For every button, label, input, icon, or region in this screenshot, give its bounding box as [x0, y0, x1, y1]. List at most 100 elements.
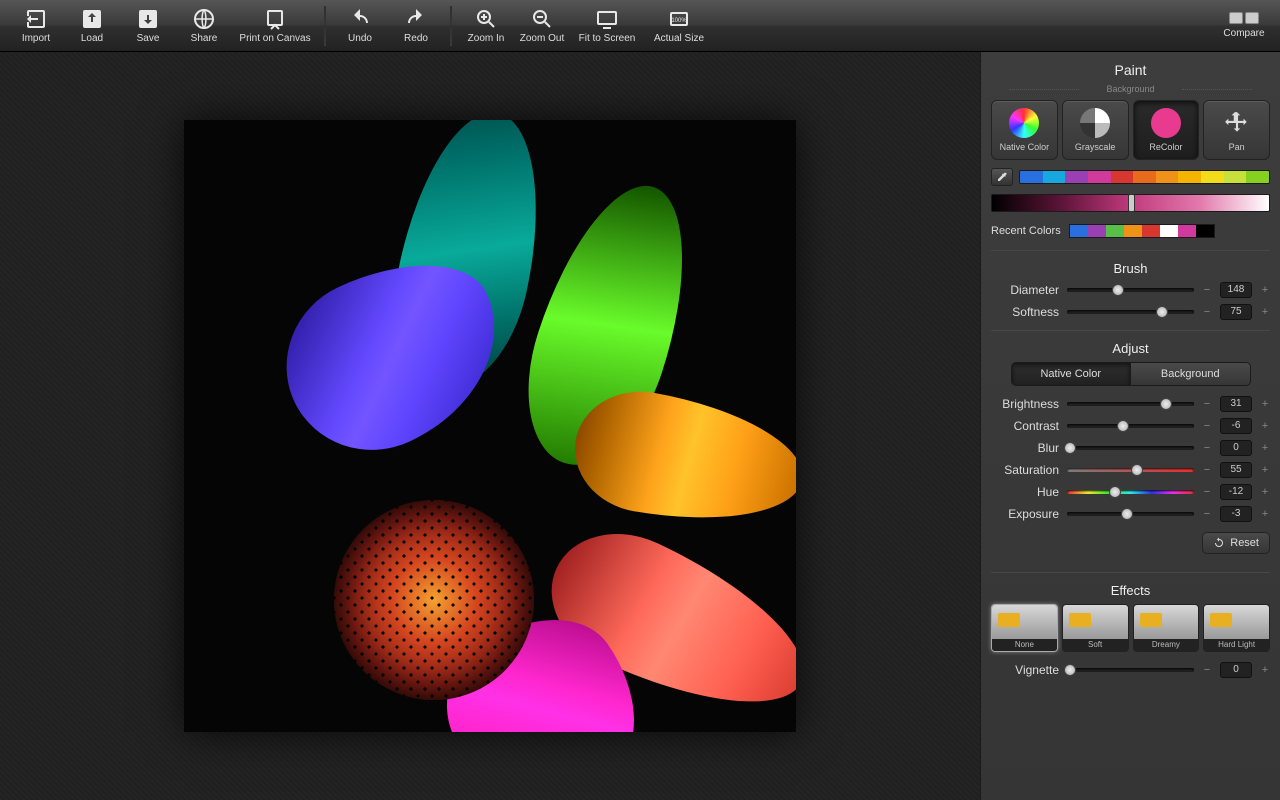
seg-background[interactable]: Background — [1131, 363, 1250, 385]
effect-thumb — [1063, 605, 1128, 639]
vignette-label: Vignette — [991, 663, 1059, 677]
vignette-slider[interactable] — [1067, 668, 1194, 672]
load-icon — [80, 7, 104, 31]
eyedropper-button[interactable] — [991, 168, 1013, 186]
recent-swatch[interactable] — [1178, 225, 1196, 237]
hue-slider[interactable] — [1067, 490, 1194, 494]
hue-value: -12 — [1220, 484, 1252, 500]
save-button[interactable]: Save — [120, 2, 176, 50]
diameter-value: 148 — [1220, 282, 1252, 298]
image-canvas[interactable] — [184, 120, 796, 732]
sidebar: Paint Background Native Color Grayscale … — [980, 52, 1280, 800]
toolbar: Import Load Save Share Print on Canvas U… — [0, 0, 1280, 52]
zoom-in-button[interactable]: Zoom In — [458, 2, 514, 50]
recent-swatch[interactable] — [1124, 225, 1142, 237]
recent-swatch[interactable] — [1160, 225, 1178, 237]
effect-none[interactable]: None — [991, 604, 1058, 652]
palette-swatch[interactable] — [1065, 171, 1088, 183]
softness-minus[interactable]: − — [1202, 306, 1212, 318]
recent-swatch[interactable] — [1070, 225, 1088, 237]
exposure-value: -3 — [1220, 506, 1252, 522]
reset-button[interactable]: Reset — [1202, 532, 1270, 554]
fit-screen-button[interactable]: Fit to Screen — [570, 2, 644, 50]
grayscale-icon — [1080, 108, 1110, 138]
effect-label: None — [992, 639, 1057, 651]
print-canvas-button[interactable]: Print on Canvas — [232, 2, 318, 50]
contrast-slider[interactable] — [1067, 424, 1194, 428]
palette-swatch[interactable] — [1133, 171, 1156, 183]
recent-colors[interactable] — [1069, 224, 1215, 238]
zoom-out-icon — [530, 7, 554, 31]
recent-swatch[interactable] — [1142, 225, 1160, 237]
recent-swatch[interactable] — [1088, 225, 1106, 237]
gradient-marker[interactable] — [1128, 194, 1135, 212]
blur-slider[interactable] — [1067, 446, 1194, 450]
diameter-plus[interactable]: + — [1260, 284, 1270, 296]
share-button[interactable]: Share — [176, 2, 232, 50]
background-tag: Background — [991, 84, 1270, 94]
redo-icon — [404, 7, 428, 31]
toolbar-separator — [450, 6, 452, 46]
zoom-out-button[interactable]: Zoom Out — [514, 2, 570, 50]
palette-swatch[interactable] — [1224, 171, 1247, 183]
color-wheel-icon — [1009, 108, 1039, 138]
color-palette[interactable] — [1019, 170, 1270, 184]
import-icon — [24, 7, 48, 31]
effect-soft[interactable]: Soft — [1062, 604, 1129, 652]
zoom-in-icon — [474, 7, 498, 31]
saturation-slider[interactable] — [1067, 468, 1194, 472]
compare-icon — [1229, 12, 1259, 24]
effect-thumb — [1204, 605, 1269, 639]
effects-row: None SoftDreamy Hard Light — [991, 604, 1270, 652]
saturation-value: 55 — [1220, 462, 1252, 478]
softness-slider[interactable] — [1067, 310, 1194, 314]
mode-native-color[interactable]: Native Color — [991, 100, 1058, 160]
brush-title: Brush — [991, 261, 1270, 276]
globe-icon — [192, 7, 216, 31]
toolbar-separator — [324, 6, 326, 46]
palette-swatch[interactable] — [1246, 171, 1269, 183]
palette-swatch[interactable] — [1020, 171, 1043, 183]
diameter-minus[interactable]: − — [1202, 284, 1212, 296]
canvas-icon — [263, 7, 287, 31]
mode-grayscale[interactable]: Grayscale — [1062, 100, 1129, 160]
palette-swatch[interactable] — [1201, 171, 1224, 183]
palette-swatch[interactable] — [1088, 171, 1111, 183]
svg-text:100%: 100% — [671, 18, 687, 24]
adjust-title: Adjust — [991, 341, 1270, 356]
softness-value: 75 — [1220, 304, 1252, 320]
exposure-slider[interactable] — [1067, 512, 1194, 516]
brightness-slider[interactable] — [1067, 402, 1194, 406]
effects-title: Effects — [991, 583, 1270, 598]
effect-hard-light[interactable]: Hard Light — [1203, 604, 1270, 652]
palette-swatch[interactable] — [1156, 171, 1179, 183]
mode-recolor[interactable]: ReColor — [1133, 100, 1200, 160]
recolor-icon — [1151, 108, 1181, 138]
gradient-slider[interactable] — [991, 194, 1270, 212]
contrast-label: Contrast — [991, 419, 1059, 433]
seg-native[interactable]: Native Color — [1012, 363, 1132, 385]
palette-swatch[interactable] — [1043, 171, 1066, 183]
diameter-slider[interactable] — [1067, 288, 1194, 292]
softness-plus[interactable]: + — [1260, 306, 1270, 318]
recent-swatch[interactable] — [1106, 225, 1124, 237]
mode-pan[interactable]: Pan — [1203, 100, 1270, 160]
undo-button[interactable]: Undo — [332, 2, 388, 50]
actual-size-button[interactable]: 100%Actual Size — [644, 2, 714, 50]
undo-icon — [348, 7, 372, 31]
effect-dreamy[interactable]: Dreamy — [1133, 604, 1200, 652]
effect-label: Hard Light — [1204, 639, 1269, 651]
recent-swatch[interactable] — [1196, 225, 1214, 237]
redo-button[interactable]: Redo — [388, 2, 444, 50]
import-button[interactable]: Import — [8, 2, 64, 50]
compare-button[interactable]: Compare — [1216, 2, 1272, 50]
mode-row: Native Color Grayscale ReColor Pan — [991, 100, 1270, 160]
blur-value: 0 — [1220, 440, 1252, 456]
panel-title: Paint — [991, 62, 1270, 78]
save-icon — [136, 7, 160, 31]
load-button[interactable]: Load — [64, 2, 120, 50]
palette-swatch[interactable] — [1178, 171, 1201, 183]
palette-swatch[interactable] — [1111, 171, 1134, 183]
canvas-area[interactable] — [0, 52, 980, 800]
pan-icon — [1222, 108, 1252, 138]
